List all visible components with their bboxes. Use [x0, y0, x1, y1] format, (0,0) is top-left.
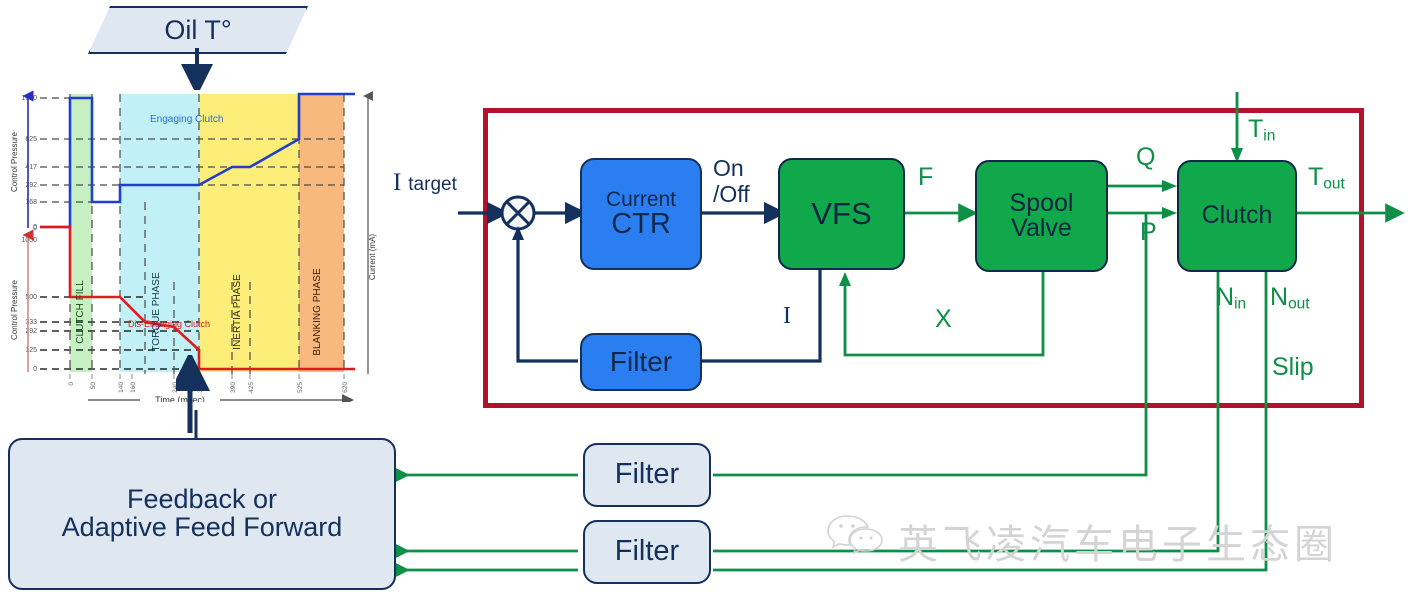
- vfs-label: VFS: [811, 196, 872, 232]
- nin-subscript: in: [1234, 295, 1247, 313]
- tin-symbol: T: [1248, 115, 1264, 143]
- nout-symbol: N: [1270, 283, 1289, 311]
- spool-valve-block[interactable]: Spool Valve: [975, 160, 1108, 272]
- signal-tout-label: Tout: [1308, 163, 1345, 193]
- tout-subscript: out: [1323, 175, 1345, 193]
- on-off-line1: On: [713, 155, 744, 181]
- spool-valve-line1: Spool: [1009, 188, 1074, 217]
- nin-symbol: N: [1216, 283, 1235, 311]
- watermark-text: 英飞凌汽车电子生态圈: [898, 522, 1338, 568]
- signal-nin-label: Nin: [1216, 283, 1246, 313]
- i-target-label: I target: [393, 168, 457, 197]
- signal-nout-label: Nout: [1270, 283, 1310, 313]
- signal-slip-label: Slip: [1272, 353, 1314, 381]
- vfs-block[interactable]: VFS: [778, 158, 905, 270]
- on-off-line2: /Off: [713, 181, 750, 208]
- nout-subscript: out: [1288, 295, 1310, 313]
- spool-valve-line2: Valve: [1011, 214, 1072, 242]
- feedback-filter-bottom[interactable]: Filter: [583, 520, 711, 584]
- feedback-filter-top[interactable]: Filter: [583, 443, 711, 507]
- signal-f-label: F: [918, 163, 934, 191]
- inner-filter-label: Filter: [609, 345, 673, 377]
- tin-subscript: in: [1263, 127, 1276, 145]
- wechat-icon: [827, 515, 883, 555]
- i-target-symbol: I: [393, 169, 402, 196]
- i-target-subscript: target: [408, 174, 457, 195]
- feedback-line2: Adaptive Feed Forward: [61, 512, 343, 542]
- on-off-label: On /Off: [713, 155, 750, 208]
- current-ctr-line2: CTR: [611, 207, 671, 240]
- current-ctr-block[interactable]: Current CTR: [580, 158, 702, 270]
- current-ctr-line1: Current: [605, 187, 677, 211]
- signal-x-label: X: [935, 305, 952, 333]
- feedback-line1: Feedback or: [126, 484, 278, 515]
- tout-symbol: T: [1308, 163, 1324, 191]
- signal-p-label: P: [1140, 218, 1157, 246]
- feedback-filter-top-label: Filter: [614, 458, 680, 491]
- clutch-label: Clutch: [1201, 201, 1273, 230]
- inner-filter-block[interactable]: Filter: [580, 333, 702, 391]
- signal-q-label: Q: [1136, 143, 1156, 171]
- feedback-block[interactable]: Feedback or Adaptive Feed Forward: [8, 438, 396, 590]
- clutch-block[interactable]: Clutch: [1177, 160, 1297, 272]
- signal-i-label: I: [783, 303, 791, 329]
- feedback-filter-bottom-label: Filter: [614, 535, 680, 568]
- signal-tin-label: Tin: [1248, 115, 1275, 145]
